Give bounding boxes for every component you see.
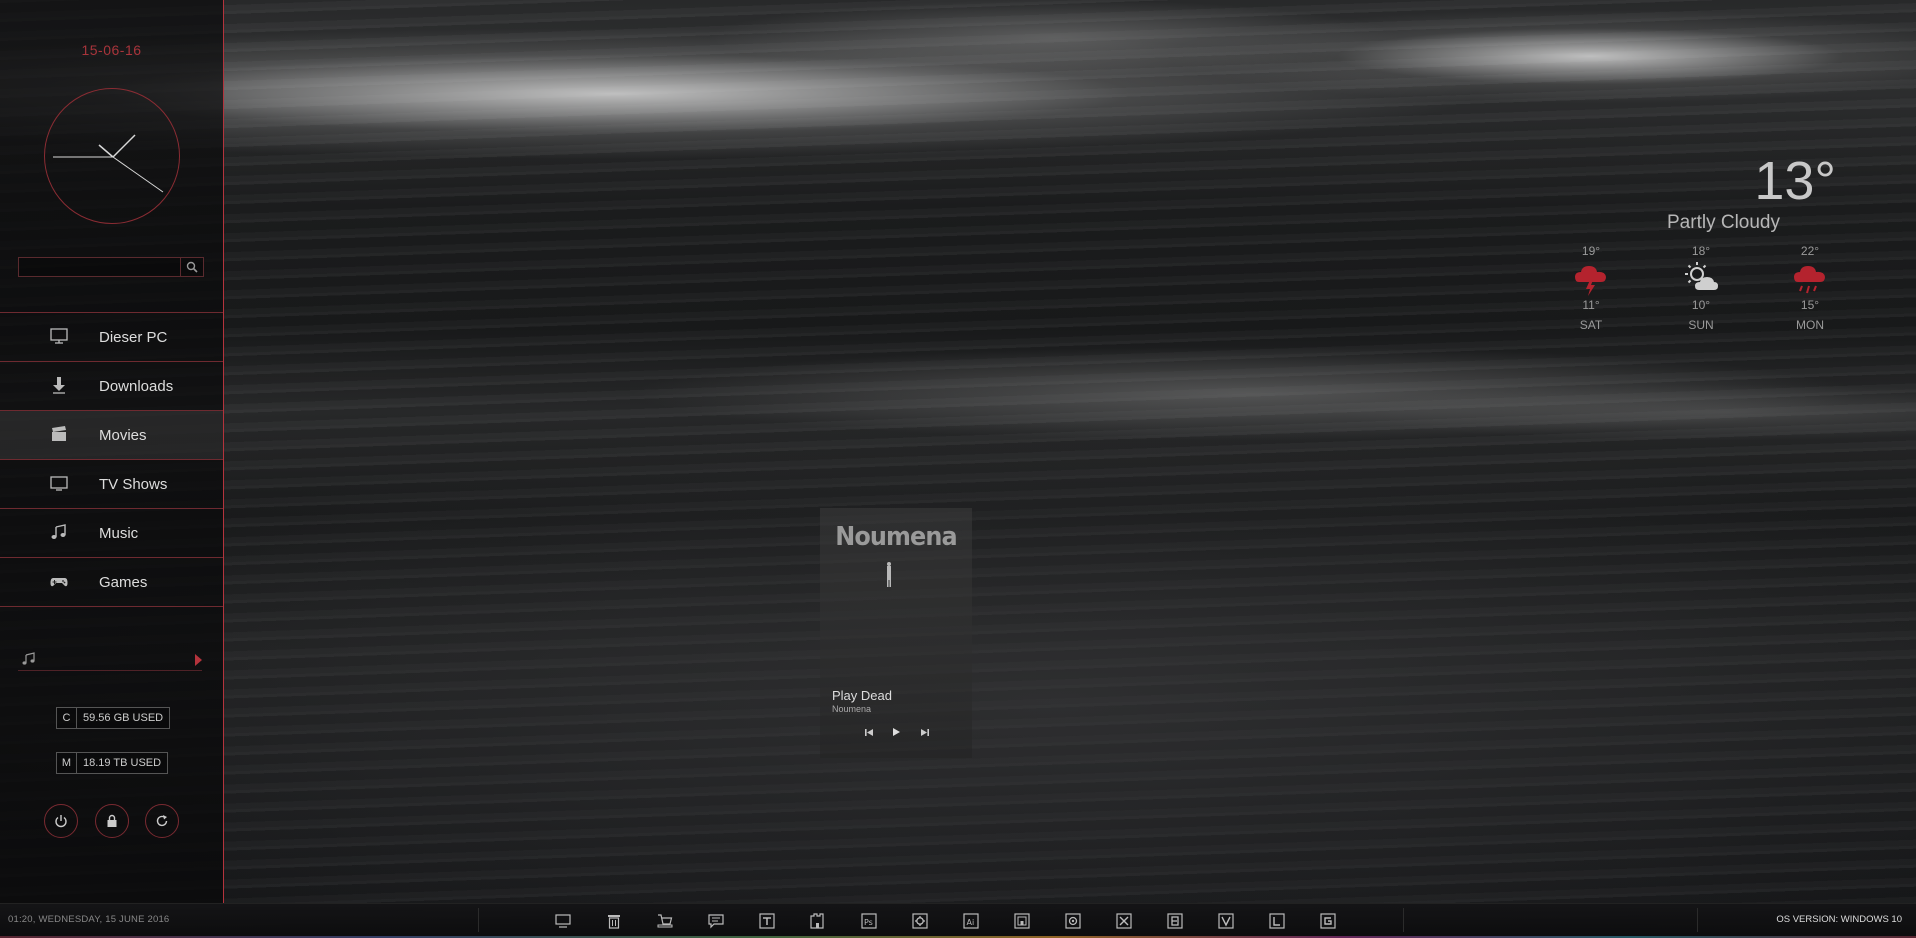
lock-button[interactable]	[95, 804, 129, 838]
weather-condition: Partly Cloudy	[1667, 212, 1780, 233]
play-button[interactable]	[887, 725, 905, 739]
chat-icon[interactable]	[707, 912, 724, 929]
mini-music-bar	[18, 652, 202, 671]
forecast-day: 22° 15° MON	[1780, 244, 1840, 332]
sidebar-item-label: Games	[99, 574, 148, 591]
desktop-icon[interactable]	[554, 912, 571, 929]
svg-text:Ai: Ai	[966, 918, 974, 927]
l-icon[interactable]	[1268, 912, 1285, 929]
drive-letter: C	[56, 707, 77, 729]
music-note-icon	[22, 652, 36, 666]
photoshop-icon[interactable]: Ps	[860, 912, 877, 929]
forecast-day-label: SAT	[1579, 318, 1603, 332]
sidebar-item-movies[interactable]: Movies	[0, 411, 223, 460]
svg-text:Ps: Ps	[864, 918, 873, 927]
download-icon	[50, 376, 68, 394]
sidebar-item-dieser-pc[interactable]: Dieser PC	[0, 313, 223, 362]
drive-letter: M	[56, 752, 77, 774]
album-art-figure	[884, 560, 894, 588]
rain-icon	[1780, 258, 1840, 298]
taskbar-divider	[1403, 908, 1404, 932]
sidebar: 15-06-16 Dieser PC Downloads Movies TV S…	[0, 0, 224, 903]
sidebar-item-label: TV Shows	[99, 476, 168, 493]
power-button[interactable]	[44, 804, 78, 838]
cart-icon[interactable]	[656, 912, 673, 929]
taskbar-datetime: 01:20, WEDNESDAY, 15 JUNE 2016	[8, 914, 170, 925]
previous-icon	[864, 728, 874, 737]
analog-clock	[44, 88, 180, 224]
forecast-low: 10°	[1691, 298, 1711, 312]
drive-m: M 18.19 TB USED	[56, 752, 169, 774]
track-artist: Noumena	[832, 704, 872, 714]
search-box	[18, 257, 204, 277]
sun-cloud-icon	[1671, 258, 1731, 298]
track-title: Play Dead	[832, 688, 892, 703]
album-art-logo: Noumena	[835, 522, 957, 552]
gear-icon[interactable]	[911, 912, 928, 929]
music-note-icon	[50, 523, 68, 541]
gamepad-icon	[50, 572, 68, 590]
search-input[interactable]	[19, 258, 179, 276]
drive-c: C 59.56 GB USED	[56, 707, 171, 729]
sidebar-item-label: Dieser PC	[99, 329, 168, 346]
sidebar-item-games[interactable]: Games	[0, 558, 223, 607]
play-icon[interactable]	[195, 654, 202, 666]
restart-button[interactable]	[145, 804, 179, 838]
camera-icon[interactable]	[1064, 912, 1081, 929]
illustrator-icon[interactable]: Ai	[962, 912, 979, 929]
thunderstorm-icon	[1561, 258, 1621, 298]
sidebar-item-tv-shows[interactable]: TV Shows	[0, 460, 223, 509]
drive-usage: 18.19 TB USED	[77, 752, 169, 774]
trash-icon[interactable]	[605, 912, 622, 929]
sidebar-item-label: Music	[99, 525, 139, 542]
forecast-day-label: SUN	[1688, 318, 1714, 332]
current-temperature: 13°	[1754, 151, 1836, 211]
os-version-label: OS VERSION: WINDOWS 10	[1776, 914, 1902, 925]
taskbar-divider	[1697, 908, 1698, 932]
next-button[interactable]	[916, 725, 934, 739]
forecast-low: 11°	[1582, 298, 1600, 312]
search-icon	[186, 261, 198, 273]
taskbar-divider	[478, 908, 479, 932]
forecast-day: 19° 11° SAT	[1561, 244, 1621, 332]
wallpaper	[0, 0, 1916, 937]
tv-icon	[50, 474, 68, 492]
v-icon[interactable]	[1217, 912, 1234, 929]
sidebar-item-music[interactable]: Music	[0, 509, 223, 558]
drive-usage: 59.56 GB USED	[77, 707, 171, 729]
previous-button[interactable]	[860, 725, 878, 739]
taskbar-launcher: Ps Ai	[554, 912, 1370, 929]
next-icon	[920, 728, 930, 737]
image-icon[interactable]	[1013, 912, 1030, 929]
forecast-high: 19°	[1581, 244, 1601, 258]
forecast-low: 15°	[1800, 298, 1820, 312]
sidebar-nav: Dieser PC Downloads Movies TV Shows Musi…	[0, 312, 223, 607]
taskbar: 01:20, WEDNESDAY, 15 JUNE 2016 Ps Ai OS …	[0, 903, 1916, 938]
power-icon	[54, 814, 68, 828]
date-display: 15-06-16	[81, 42, 142, 58]
g-icon[interactable]	[1319, 912, 1336, 929]
b-icon[interactable]	[1166, 912, 1183, 929]
music-player-widget: Noumena Play Dead Noumena	[820, 508, 972, 758]
clapperboard-icon	[50, 425, 68, 443]
lock-icon	[105, 814, 119, 828]
building-icon[interactable]	[809, 912, 826, 929]
text-icon[interactable]	[758, 912, 775, 929]
play-icon	[891, 727, 901, 737]
sidebar-item-label: Movies	[99, 427, 147, 444]
monitor-icon	[50, 327, 68, 345]
sidebar-item-label: Downloads	[99, 378, 174, 395]
restart-icon	[155, 814, 169, 828]
search-button[interactable]	[180, 258, 203, 276]
forecast-high: 18°	[1691, 244, 1711, 258]
forecast-high: 22°	[1800, 244, 1820, 258]
sidebar-item-downloads[interactable]: Downloads	[0, 362, 223, 411]
close-box-icon[interactable]	[1115, 912, 1132, 929]
forecast-day-label: MON	[1796, 318, 1824, 332]
forecast-day: 18° 10° SUN	[1671, 244, 1731, 332]
